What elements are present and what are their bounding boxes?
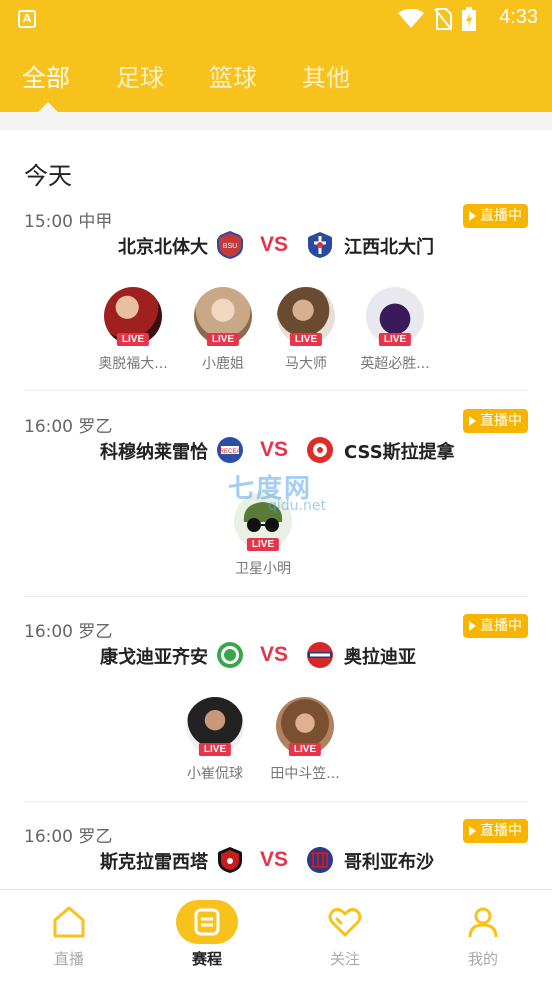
play-icon xyxy=(469,826,476,836)
live-tag: LIVE xyxy=(289,333,323,346)
home-team-logo-icon xyxy=(218,847,242,873)
vs-label: VS xyxy=(260,848,289,871)
profile-icon xyxy=(468,907,498,938)
match-teams: 斯克拉雷西塔 VS 哥利亚布沙 xyxy=(0,844,552,878)
heart-icon xyxy=(328,908,362,937)
live-tag: LIVE xyxy=(378,333,412,346)
streamer-name: 马大师 xyxy=(285,356,327,372)
tab-basketball[interactable]: 篮球 xyxy=(209,58,257,93)
wifi-icon xyxy=(398,9,424,28)
away-team-logo-icon xyxy=(307,642,333,668)
streamer-name: 卫星小明 xyxy=(235,561,291,577)
header-gap xyxy=(0,112,552,130)
streamer-item[interactable]: LIVE 奥脱福大... xyxy=(90,287,176,373)
home-icon xyxy=(53,906,85,938)
svg-text:BSU: BSU xyxy=(223,243,237,250)
play-icon xyxy=(469,211,476,221)
away-team-name: CSS斯拉提拿 xyxy=(344,442,455,463)
home-team-name: 斯克拉雷西塔 xyxy=(100,852,208,873)
vs-label: VS xyxy=(260,438,289,461)
divider xyxy=(24,596,528,597)
watermark: 七度网 qidu.net xyxy=(228,468,326,514)
away-team-logo-icon xyxy=(307,847,333,873)
home-team-logo-icon: BSU xyxy=(217,231,243,259)
live-status-badge: 直播中 xyxy=(463,204,528,228)
away-team-name: 奥拉迪亚 xyxy=(344,647,416,668)
divider xyxy=(24,801,528,802)
active-tab-indicator xyxy=(38,102,58,112)
nav-label: 直播 xyxy=(53,950,84,968)
live-tag: LIVE xyxy=(288,743,322,756)
tab-all[interactable]: 全部 xyxy=(22,58,70,93)
streamer-name: 田中斗笠... xyxy=(270,766,340,782)
status-time: 4:33 xyxy=(499,6,538,28)
live-tag: LIVE xyxy=(206,333,240,346)
streamer-item[interactable]: LIVE 小鹿姐 xyxy=(180,287,266,373)
nav-label: 我的 xyxy=(467,950,498,968)
away-team-name: 哥利亚布沙 xyxy=(344,852,434,873)
nav-label: 关注 xyxy=(329,950,360,968)
streamer-name: 小崔侃球 xyxy=(187,766,243,782)
play-icon xyxy=(469,621,476,631)
live-badge-label: 直播中 xyxy=(480,618,522,634)
live-tag: LIVE xyxy=(116,333,150,346)
match-teams: 科穆纳莱雷恰 RECEA VS CSS斯拉提拿 xyxy=(0,434,552,468)
status-bar: A 4:33 xyxy=(0,0,552,38)
live-badge-label: 直播中 xyxy=(480,413,522,429)
vs-label: VS xyxy=(260,233,289,256)
section-title: 今天 xyxy=(24,162,72,190)
nav-schedule[interactable]: 赛程 xyxy=(138,890,276,983)
live-badge-label: 直播中 xyxy=(480,823,522,839)
nav-live[interactable]: 直播 xyxy=(0,890,138,983)
battery-charging-icon xyxy=(462,7,476,31)
home-team-name: 科穆纳莱雷恰 xyxy=(100,442,208,463)
away-team-logo-icon xyxy=(308,232,332,258)
tab-other[interactable]: 其他 xyxy=(302,58,350,93)
schedule-icon xyxy=(194,908,220,936)
streamer-item[interactable]: LIVE 英超必胜... xyxy=(352,287,438,373)
match-teams: 康戈迪亚齐安 VS 奥拉迪亚 xyxy=(0,639,552,673)
header: A 4:33 全部 足球 篮球 其他 xyxy=(0,0,552,112)
live-status-badge: 直播中 xyxy=(463,614,528,638)
live-tag: LIVE xyxy=(246,538,280,551)
tab-football[interactable]: 足球 xyxy=(116,58,164,93)
no-sim-icon xyxy=(434,8,452,30)
live-badge-label: 直播中 xyxy=(480,208,522,224)
streamer-name: 奥脱福大... xyxy=(98,356,168,372)
streamer-name: 英超必胜... xyxy=(360,356,430,372)
away-team-name: 江西北大门 xyxy=(344,237,434,258)
divider xyxy=(24,390,528,391)
home-team-logo-icon: RECEA xyxy=(217,437,243,463)
play-icon xyxy=(469,416,476,426)
streamer-item[interactable]: LIVE 马大师 xyxy=(263,287,349,373)
watermark-sub: qidu.net xyxy=(268,498,326,514)
streamer-item[interactable]: LIVE 田中斗笠... xyxy=(262,697,348,783)
nav-follow[interactable]: 关注 xyxy=(276,890,414,983)
live-status-badge: 直播中 xyxy=(463,409,528,433)
match-teams: 北京北体大 BSU VS 江西北大门 xyxy=(0,229,552,263)
app-notification-icon: A xyxy=(18,10,36,28)
live-tag: LIVE xyxy=(198,743,232,756)
category-tabs: 全部 足球 篮球 其他 xyxy=(0,58,552,112)
vs-label: VS xyxy=(260,643,289,666)
streamer-item[interactable]: LIVE 小崔侃球 xyxy=(172,697,258,783)
bottom-nav: 直播 赛程 关注 我的 xyxy=(0,889,552,983)
nav-label: 赛程 xyxy=(191,950,222,968)
away-team-logo-icon xyxy=(307,437,333,463)
home-team-logo-icon xyxy=(217,642,243,668)
home-team-name: 康戈迪亚齐安 xyxy=(100,647,208,668)
home-team-name: 北京北体大 xyxy=(118,237,208,258)
streamer-name: 小鹿姐 xyxy=(202,356,244,372)
live-status-badge: 直播中 xyxy=(463,819,528,843)
status-icons xyxy=(398,7,476,31)
svg-text:RECEA: RECEA xyxy=(220,449,241,455)
nav-mine[interactable]: 我的 xyxy=(414,890,552,983)
